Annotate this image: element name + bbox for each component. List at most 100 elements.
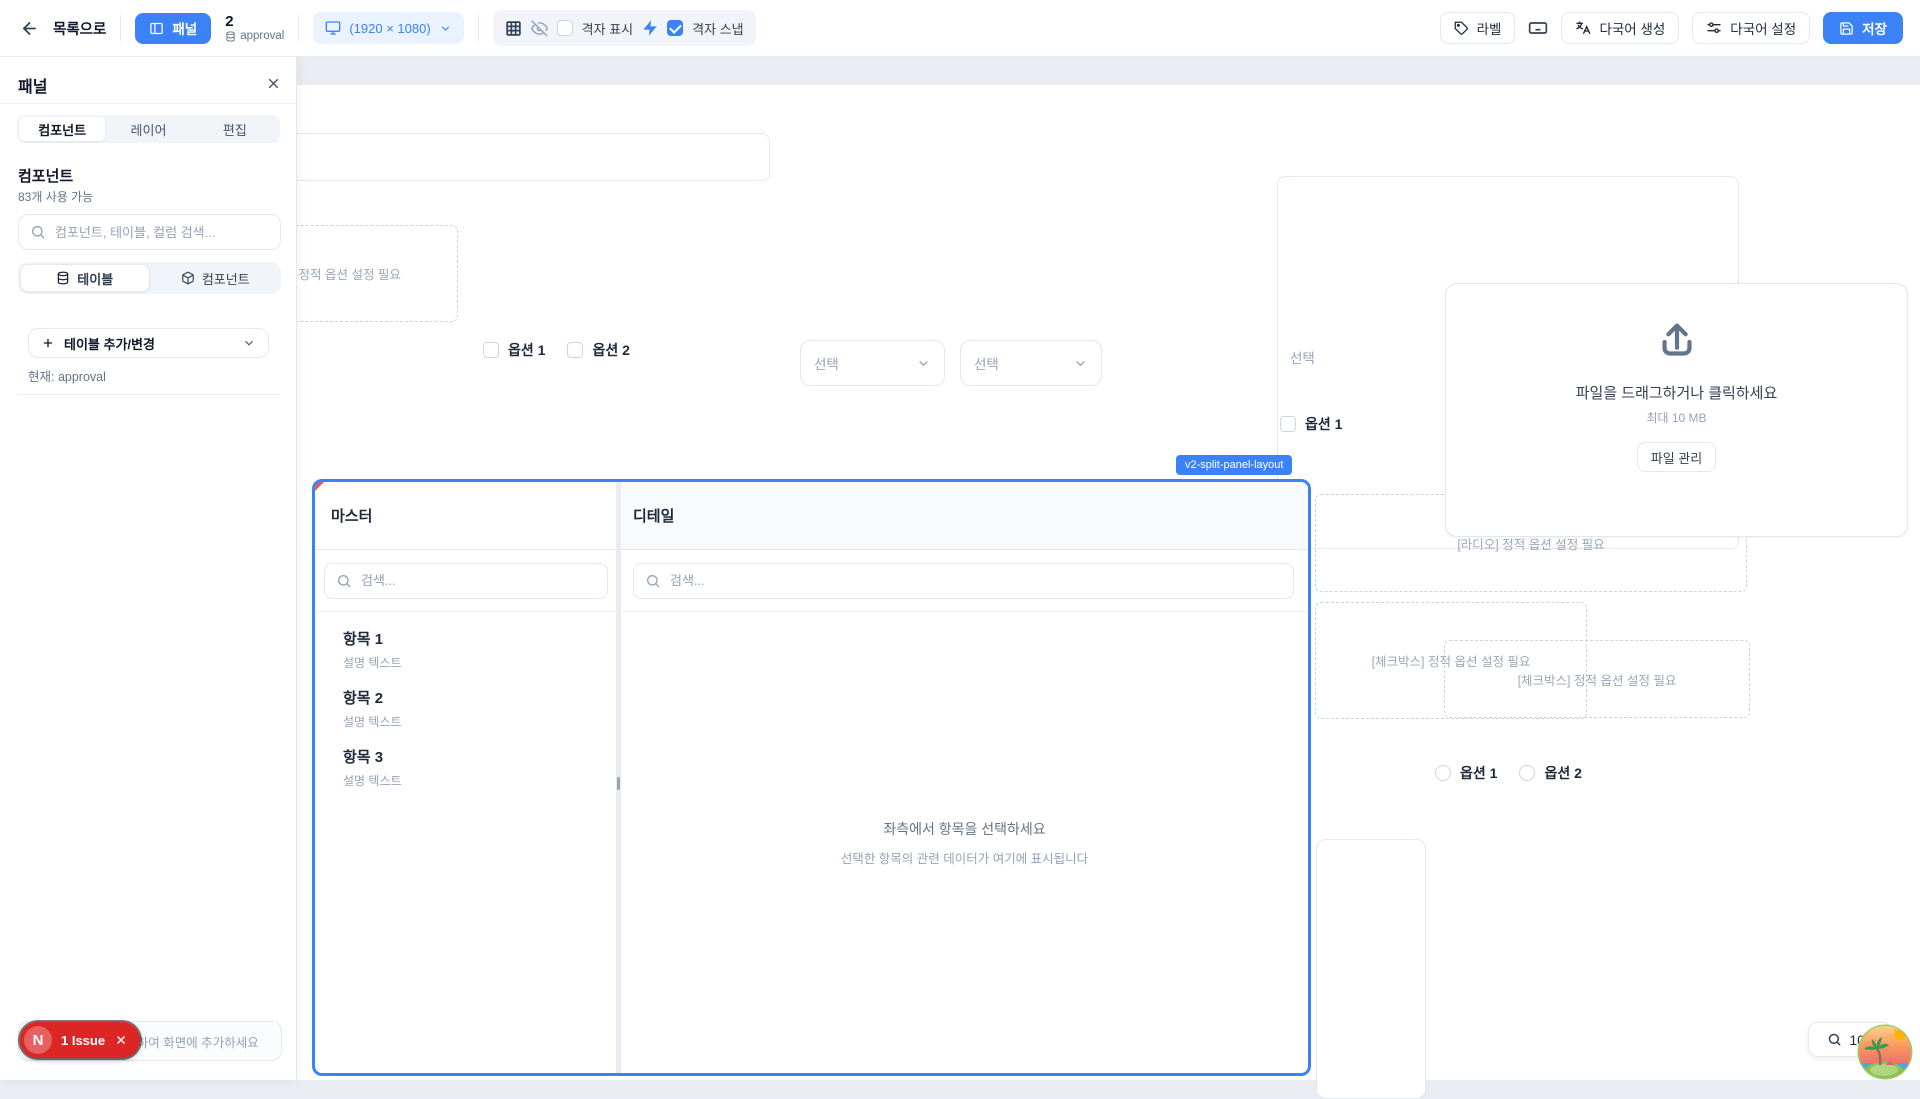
grid-icon	[505, 20, 522, 37]
arrow-left-icon	[20, 19, 39, 38]
checkbox-option-1[interactable]: 옵션 1	[483, 340, 545, 360]
pane-resize-handle[interactable]	[616, 482, 621, 1073]
chevron-down-icon	[916, 356, 931, 371]
chevron-down-icon	[1073, 356, 1088, 371]
back-label[interactable]: 목록으로	[53, 18, 106, 39]
radio-icon[interactable]	[1519, 765, 1535, 781]
checkbox-icon[interactable]	[1280, 416, 1296, 432]
master-pane: 마스터 항목 1 설명 텍스트 항목 2 설명 텍스트 항목 3	[315, 482, 616, 1073]
close-icon	[114, 1033, 128, 1047]
search-icon	[645, 573, 661, 589]
page-info: 2 approval	[225, 13, 284, 43]
resolution-label: (1920 × 1080)	[349, 21, 430, 36]
i18n-settings-button[interactable]: 다국어 설정	[1692, 12, 1810, 44]
select-field-1[interactable]: 선택	[800, 340, 945, 386]
upload-size-limit: 최대 10 MB	[1646, 409, 1706, 426]
radio-option-1[interactable]: 옵션 1	[1435, 763, 1497, 783]
grid-show-checkbox[interactable]	[557, 20, 573, 36]
divider	[18, 394, 280, 395]
panel-left-icon	[149, 21, 164, 36]
component-name-badge: v2-split-panel-layout	[1176, 455, 1292, 475]
master-list: 항목 1 설명 텍스트 항목 2 설명 텍스트 항목 3 설명 텍스트	[315, 612, 616, 789]
detail-search-input[interactable]	[633, 563, 1294, 599]
checkbox-icon[interactable]	[483, 342, 499, 358]
selection-corner-marker	[315, 482, 324, 491]
left-panel: 패널 컴포넌트 레이어 편집 컴포넌트 83개 사용 가능 테이블 컴포넌트 테…	[0, 57, 297, 1080]
item-desc: 설명 텍스트	[343, 713, 616, 730]
checkbox-group: 옵션 1 옵션 2	[483, 340, 630, 360]
generate-i18n-button[interactable]: 다국어 생성	[1561, 12, 1679, 44]
page-number: 2	[225, 13, 284, 30]
magnifier-icon	[1827, 1032, 1842, 1047]
source-tab-tables[interactable]: 테이블	[20, 264, 150, 292]
file-upload-dropzone[interactable]: 파일을 드래그하거나 클릭하세요 최대 10 MB 파일 관리	[1445, 283, 1908, 537]
manage-files-button[interactable]: 파일 관리	[1637, 442, 1716, 472]
keyboard-icon	[1528, 18, 1548, 38]
list-item[interactable]: 항목 3 설명 텍스트	[315, 730, 616, 789]
eye-off-icon	[531, 20, 548, 37]
grid-snap-label[interactable]: 격자 스냅	[692, 19, 743, 38]
issue-close-button[interactable]	[114, 1033, 128, 1047]
split-panel-component[interactable]: 마스터 항목 1 설명 텍스트 항목 2 설명 텍스트 항목 3	[312, 479, 1311, 1076]
save-button[interactable]: 저장	[1823, 12, 1903, 44]
component-count: 83개 사용 가능	[18, 188, 93, 205]
inner-checkbox-option[interactable]: 옵션 1	[1280, 414, 1342, 434]
issue-badge[interactable]: N 1 Issue	[20, 1022, 140, 1058]
add-table-button[interactable]: 테이블 추가/변경	[28, 328, 269, 358]
panel-button-label: 패널	[172, 18, 197, 38]
select-field-2[interactable]: 선택	[960, 340, 1102, 386]
detail-pane: 디테일 좌측에서 항목을 선택하세요 선택한 항목의 관련 데이터가 여기에 표…	[621, 482, 1308, 1073]
source-toggle: 테이블 컴포넌트	[18, 262, 281, 294]
detail-title: 디테일	[633, 505, 674, 526]
select-placeholder: 선택	[814, 353, 839, 373]
list-item[interactable]: 항목 1 설명 텍스트	[315, 612, 616, 671]
keyboard-shortcuts-button[interactable]	[1528, 18, 1548, 38]
component-search-input[interactable]	[18, 214, 281, 250]
back-button[interactable]	[20, 19, 39, 38]
grid-snap-checkbox[interactable]	[667, 20, 683, 36]
canvas-text-input[interactable]	[240, 133, 770, 181]
save-button-label: 저장	[1862, 18, 1887, 38]
container-box-small	[1316, 839, 1426, 1099]
save-icon	[1839, 21, 1854, 36]
upload-title: 파일을 드래그하거나 클릭하세요	[1576, 382, 1778, 403]
close-icon	[265, 75, 282, 92]
tab-edit[interactable]: 편집	[192, 117, 278, 141]
checkbox-label: 옵션 1	[508, 340, 545, 360]
select-placeholder: 선택	[974, 353, 999, 373]
resolution-selector[interactable]: (1920 × 1080)	[313, 12, 463, 44]
chevron-down-icon	[242, 336, 256, 350]
monitor-icon	[325, 20, 341, 36]
checkbox-option-2[interactable]: 옵션 2	[567, 340, 629, 360]
cube-icon	[181, 271, 195, 285]
tab-components[interactable]: 컴포넌트	[19, 117, 105, 141]
item-desc: 설명 텍스트	[343, 654, 616, 671]
grid-show-label[interactable]: 격자 표시	[582, 19, 633, 38]
detail-empty-state: 좌측에서 항목을 선택하세요 선택한 항목의 관련 데이터가 여기에 표시됩니다	[621, 612, 1308, 1073]
panel-toggle-button[interactable]: 패널	[135, 13, 211, 44]
panel-title: 패널	[18, 73, 47, 97]
inner-select-placeholder[interactable]: 선택	[1290, 347, 1315, 367]
divider	[0, 103, 296, 104]
radio-icon[interactable]	[1435, 765, 1451, 781]
tab-layers[interactable]: 레이어	[105, 117, 191, 141]
radio-option-2[interactable]: 옵션 2	[1519, 763, 1581, 783]
i18n-settings-label: 다국어 설정	[1730, 18, 1796, 38]
upload-icon	[1654, 318, 1700, 364]
island-sticker	[1856, 1023, 1914, 1081]
separator	[298, 15, 299, 41]
labels-button[interactable]: 라벨	[1440, 12, 1516, 44]
generate-i18n-label: 다국어 생성	[1599, 18, 1665, 38]
source-tab-label: 컴포넌트	[202, 269, 250, 288]
top-toolbar: 목록으로 패널 2 approval (1920 × 1080) 격자 표시	[0, 0, 1920, 57]
source-tab-components[interactable]: 컴포넌트	[152, 264, 280, 292]
master-search-input[interactable]	[324, 563, 608, 599]
resize-grip[interactable]	[617, 777, 620, 790]
checkbox-icon[interactable]	[567, 342, 583, 358]
list-item[interactable]: 항목 2 설명 텍스트	[315, 671, 616, 730]
empty-title: 좌측에서 항목을 선택하세요	[883, 819, 1045, 839]
panel-close-button[interactable]	[265, 75, 282, 92]
checkbox-label: 옵션 2	[592, 340, 629, 360]
separator	[478, 15, 479, 41]
plus-icon	[41, 336, 55, 350]
